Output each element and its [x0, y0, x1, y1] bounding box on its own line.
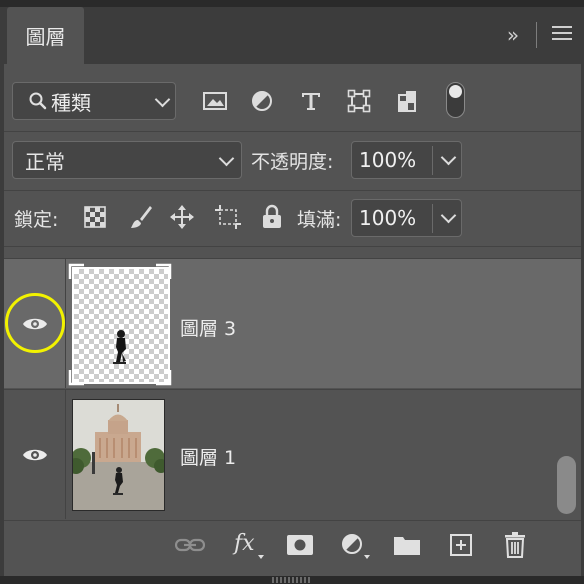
fx-icon[interactable]: fx	[232, 530, 268, 560]
layer-row[interactable]: 圖層 3	[4, 258, 581, 388]
new-layer-icon[interactable]	[446, 530, 476, 560]
highlight-ring	[5, 293, 65, 353]
filter-adjustment-icon[interactable]	[247, 86, 277, 116]
opacity-value: 100%	[359, 148, 417, 172]
lock-transparent-pixels-icon[interactable]	[81, 203, 109, 231]
filter-kind-select[interactable]: 種類	[12, 82, 176, 120]
filter-kind-label: 種類	[51, 90, 91, 115]
eye-icon[interactable]	[22, 447, 48, 463]
new-group-icon[interactable]	[392, 530, 422, 560]
panel-menu-icon[interactable]	[552, 26, 572, 42]
filter-pixel-icon[interactable]	[200, 86, 230, 116]
search-icon	[29, 92, 47, 110]
chevron-down-icon[interactable]	[440, 207, 457, 224]
filter-smart-object-icon[interactable]	[392, 86, 422, 116]
add-mask-icon[interactable]	[285, 530, 315, 560]
capitol-photo	[73, 400, 164, 510]
resize-grip[interactable]	[272, 577, 312, 583]
lock-artboard-icon[interactable]	[214, 203, 242, 231]
lock-image-pixels-icon[interactable]	[127, 203, 155, 231]
fill-value: 100%	[359, 206, 417, 230]
filter-shape-icon[interactable]	[344, 86, 374, 116]
lock-position-icon[interactable]	[168, 203, 196, 231]
filter-type-icon[interactable]	[296, 86, 326, 116]
selection-corners	[68, 263, 172, 386]
opacity-field[interactable]: 100%	[351, 141, 462, 179]
collapse-panel-icon[interactable]: »	[500, 22, 526, 48]
adjustment-layer-icon[interactable]	[338, 530, 374, 560]
chevron-down-icon[interactable]	[440, 149, 457, 166]
visibility-toggle[interactable]	[4, 390, 66, 519]
blend-mode-select[interactable]: 正常	[12, 141, 242, 179]
chevron-down-icon	[218, 150, 235, 167]
opacity-label: 不透明度:	[251, 151, 334, 173]
lock-all-icon[interactable]	[258, 203, 286, 231]
divider	[4, 190, 581, 191]
divider	[4, 246, 581, 247]
header-divider	[536, 22, 537, 48]
link-layers-icon[interactable]	[175, 530, 205, 560]
fill-field[interactable]: 100%	[351, 199, 462, 237]
lock-label: 鎖定:	[14, 209, 59, 231]
tab-layers[interactable]: 圖層	[7, 7, 84, 64]
fill-label: 填滿:	[297, 209, 342, 231]
panel-header	[0, 0, 584, 64]
top-strip	[0, 0, 584, 7]
delete-icon[interactable]	[500, 530, 530, 560]
chevron-down-icon	[154, 91, 171, 108]
blend-mode-label: 正常	[25, 149, 65, 174]
svg-text:fx: fx	[232, 531, 255, 556]
layer-name[interactable]: 圖層 3	[180, 314, 236, 341]
layer-thumbnail[interactable]	[72, 399, 165, 511]
layer-row[interactable]: 圖層 1	[4, 389, 581, 519]
divider	[4, 131, 581, 132]
scrollbar-thumb[interactable]	[557, 456, 576, 514]
filter-toggle[interactable]	[446, 82, 465, 118]
layer-name[interactable]: 圖層 1	[180, 443, 236, 470]
